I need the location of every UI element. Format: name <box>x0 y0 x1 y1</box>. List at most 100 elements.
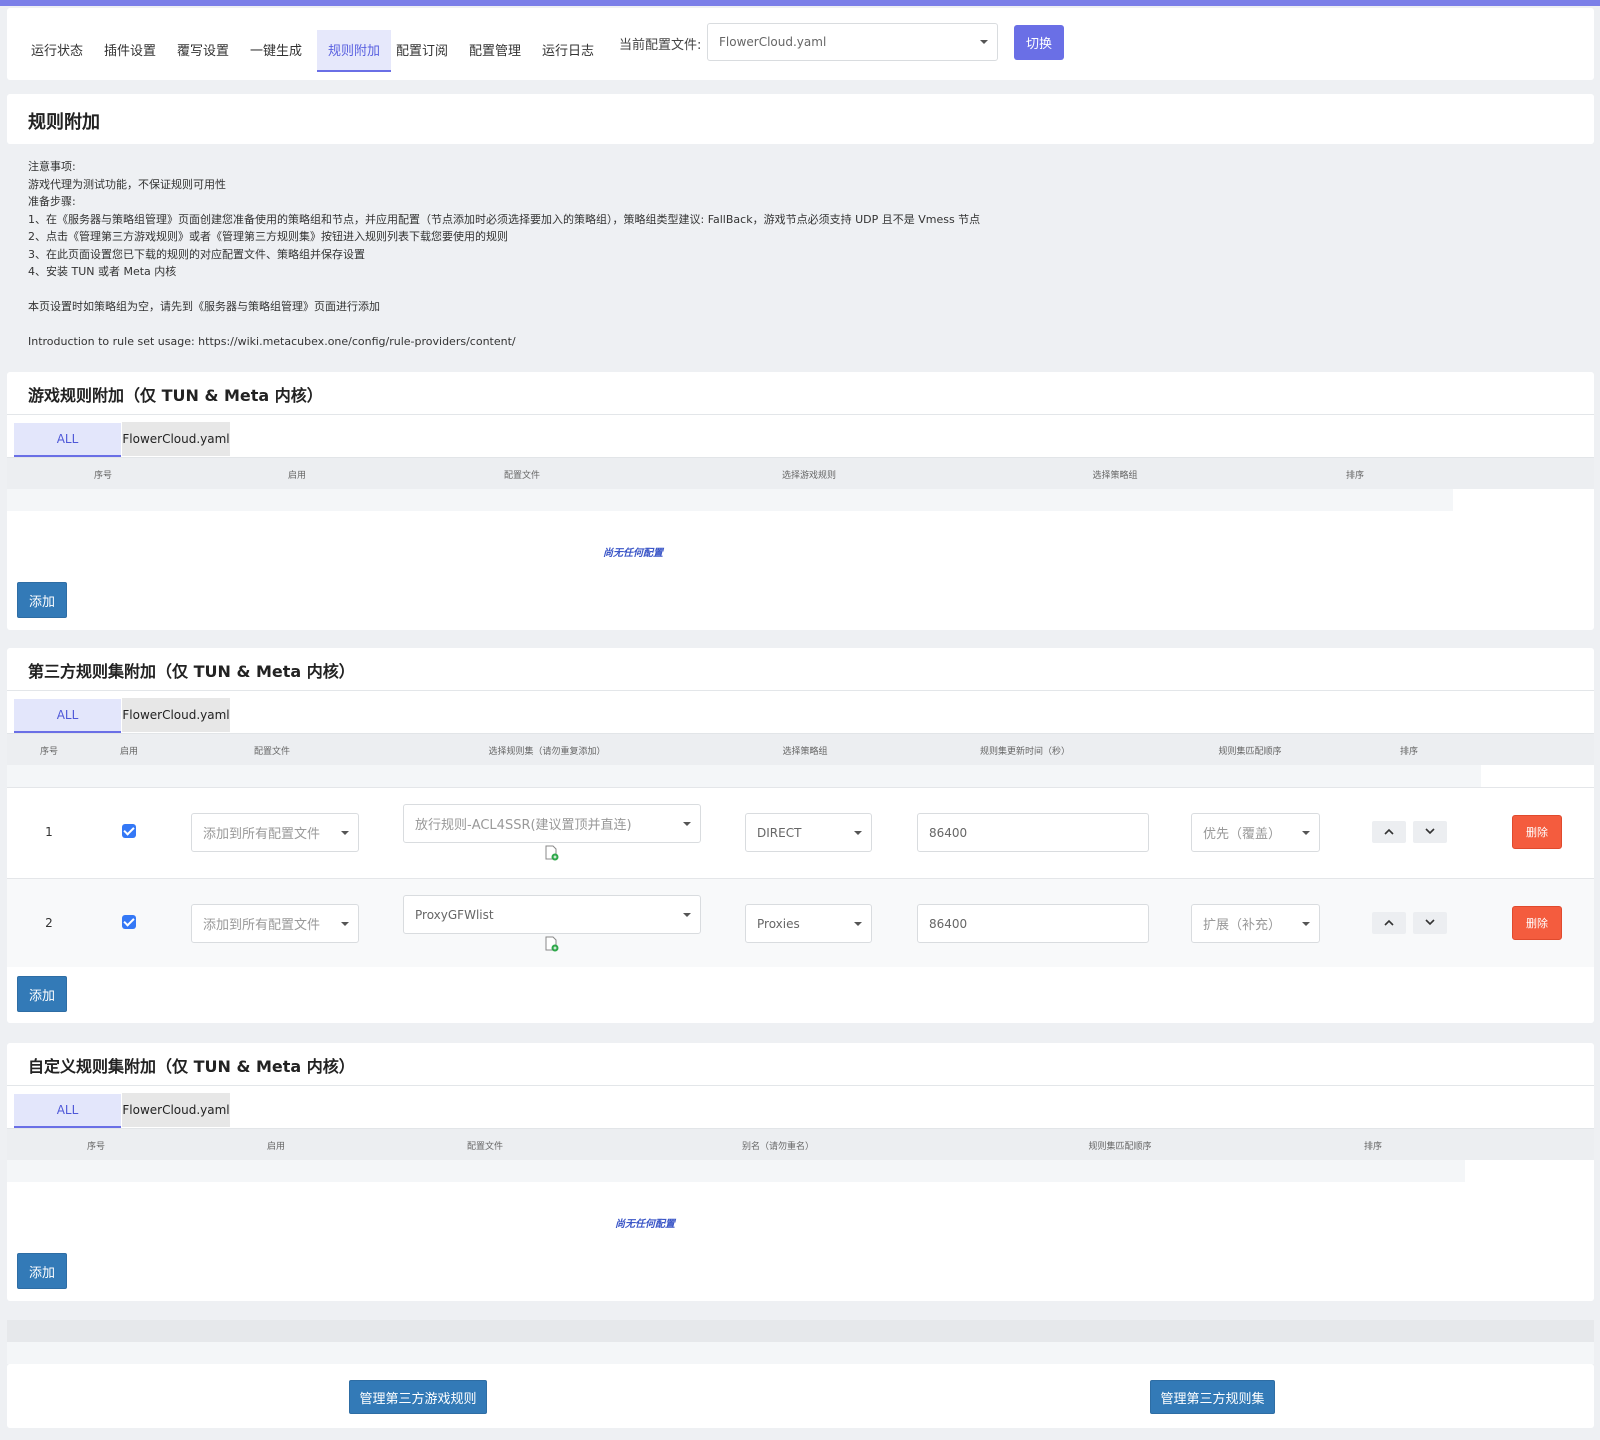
update-interval-input[interactable]: 86400 <box>917 813 1149 852</box>
ruleset-select[interactable]: ProxyGFWlist <box>403 895 701 934</box>
tab-all[interactable]: ALL <box>14 699 121 733</box>
add-button[interactable]: 添加 <box>17 976 67 1012</box>
column-header: 序号 <box>39 747 59 757</box>
policy-group-select[interactable]: DIRECT <box>745 813 872 852</box>
tab-flowercloud[interactable]: FlowerCloud.yaml <box>122 698 230 732</box>
column-header: 启用 <box>287 471 307 481</box>
chevron-down-icon <box>1302 830 1310 835</box>
config-file-value: 添加到所有配置文件 <box>203 918 321 933</box>
current-config-select[interactable]: FlowerCloud.yaml <box>707 23 998 61</box>
footer-bar: 管理第三方游戏规则 管理第三方规则集 <box>7 1364 1594 1428</box>
file-edit-icon[interactable] <box>545 845 559 861</box>
chevron-up-icon <box>1384 919 1394 926</box>
update-interval-input[interactable]: 86400 <box>917 904 1149 943</box>
note-line <box>28 316 1128 334</box>
column-header: 配置文件 <box>503 471 541 481</box>
config-file-select[interactable]: 添加到所有配置文件 <box>191 813 359 852</box>
config-file-value: 添加到所有配置文件 <box>203 827 321 842</box>
custom-ruleset-section: 自定义规则集附加（仅 TUN & Meta 内核） ALL FlowerClou… <box>7 1043 1594 1301</box>
section-title: 自定义规则集附加（仅 TUN & Meta 内核） <box>28 1057 355 1076</box>
table-row: 2 添加到所有配置文件 ProxyGFWlist Proxies 86400 扩… <box>7 878 1594 967</box>
nav-item-status[interactable]: 运行状态 <box>26 30 88 72</box>
chevron-down-icon <box>1302 921 1310 926</box>
column-header: 规则集更新时间（秒） <box>979 747 1071 757</box>
nav-item-plugin-settings[interactable]: 插件设置 <box>99 30 161 72</box>
column-header: 配置文件 <box>466 1142 504 1152</box>
chevron-down-icon <box>980 40 988 44</box>
chevron-up-icon <box>1384 828 1394 835</box>
nav-item-rule-append[interactable]: 规则附加 <box>317 30 391 72</box>
add-button[interactable]: 添加 <box>17 1253 67 1289</box>
enable-checkbox[interactable] <box>122 824 136 838</box>
nav-item-one-click-generate[interactable]: 一键生成 <box>245 30 307 72</box>
footer-stripe <box>7 1320 1594 1342</box>
current-config-label: 当前配置文件: <box>619 38 702 53</box>
tab-all[interactable]: ALL <box>14 1094 121 1128</box>
section-title: 游戏规则附加（仅 TUN & Meta 内核） <box>28 386 323 405</box>
delete-button[interactable]: 删除 <box>1512 815 1562 849</box>
top-accent-bar <box>0 0 1600 6</box>
move-down-button[interactable] <box>1413 821 1447 843</box>
match-order-select[interactable]: 扩展（补充） <box>1191 904 1320 943</box>
add-button[interactable]: 添加 <box>17 582 67 618</box>
table-header: 序号 启用 配置文件 选择规则集（请勿重复添加） 选择策略组 规则集更新时间（秒… <box>7 733 1594 765</box>
game-rules-section: 游戏规则附加（仅 TUN & Meta 内核） ALL FlowerCloud.… <box>7 372 1594 630</box>
ruleset-select[interactable]: 放行规则-ACL4SSR(建议置顶并直连) <box>403 804 701 843</box>
move-up-button[interactable] <box>1372 821 1406 843</box>
switch-button[interactable]: 切换 <box>1014 25 1064 60</box>
match-order-value: 扩展（补充） <box>1203 918 1282 933</box>
nav-item-config-management[interactable]: 配置管理 <box>464 30 526 72</box>
nav-bar: 运行状态 插件设置 覆写设置 一键生成 规则附加 配置订阅 配置管理 运行日志 … <box>7 8 1594 80</box>
current-config-value: FlowerCloud.yaml <box>719 35 827 49</box>
enable-checkbox[interactable] <box>122 915 136 929</box>
tab-all[interactable]: ALL <box>14 423 121 457</box>
policy-group-select[interactable]: Proxies <box>745 904 872 943</box>
empty-message: 尚无任何配置 <box>603 548 663 559</box>
chevron-down-icon <box>683 821 691 826</box>
column-header: 排序 <box>1363 1142 1383 1152</box>
file-edit-icon[interactable] <box>545 936 559 952</box>
column-header: 选择策略组 <box>1092 471 1138 481</box>
ruleset-value: ProxyGFWlist <box>415 907 494 922</box>
column-header: 排序 <box>1345 471 1365 481</box>
move-up-button[interactable] <box>1372 912 1406 934</box>
note-line: 注意事项: <box>28 160 76 173</box>
column-header: 启用 <box>119 747 139 757</box>
chevron-down-icon <box>683 912 691 917</box>
table-stripe <box>7 1160 1465 1182</box>
manage-rulesets-button[interactable]: 管理第三方规则集 <box>1150 1380 1275 1414</box>
manage-game-rules-button[interactable]: 管理第三方游戏规则 <box>349 1380 487 1414</box>
match-order-value: 优先（覆盖） <box>1203 827 1282 842</box>
chevron-down-icon <box>854 830 862 835</box>
note-line: 2、点击《管理第三方游戏规则》或者《管理第三方规则集》按钮进入规则列表下载您要使… <box>28 230 508 243</box>
move-down-button[interactable] <box>1413 912 1447 934</box>
row-index: 2 <box>45 916 53 930</box>
page-header: 规则附加 <box>7 94 1594 144</box>
chevron-down-icon <box>1425 828 1435 835</box>
tab-flowercloud[interactable]: FlowerCloud.yaml <box>122 1093 230 1127</box>
divider <box>7 1085 1594 1086</box>
column-header: 选择规则集（请勿重复添加） <box>488 747 606 757</box>
table-header: 序号 启用 配置文件 别名（请勿重名） 规则集匹配顺序 排序 <box>7 1128 1594 1160</box>
table-header: 序号 启用 配置文件 选择游戏规则 选择策略组 排序 <box>7 457 1594 489</box>
page-title: 规则附加 <box>28 112 100 133</box>
policy-group-value: DIRECT <box>757 825 802 840</box>
nav-item-override-settings[interactable]: 覆写设置 <box>172 30 234 72</box>
ruleset-value: 放行规则-ACL4SSR(建议置顶并直连) <box>415 818 632 833</box>
note-line: 1、在《服务器与策略组管理》页面创建您准备使用的策略组和节点，并应用配置（节点添… <box>28 212 981 226</box>
chevron-down-icon <box>854 921 862 926</box>
third-party-ruleset-section: 第三方规则集附加（仅 TUN & Meta 内核） ALL FlowerClou… <box>7 648 1594 1023</box>
column-header: 启用 <box>266 1142 286 1152</box>
column-header: 规则集匹配顺序 <box>1218 747 1282 757</box>
section-title: 第三方规则集附加（仅 TUN & Meta 内核） <box>28 662 355 681</box>
column-header: 序号 <box>86 1142 106 1152</box>
column-header: 选择游戏规则 <box>781 471 837 481</box>
table-stripe <box>7 489 1453 511</box>
tab-flowercloud[interactable]: FlowerCloud.yaml <box>122 422 230 456</box>
nav-item-config-subscription[interactable]: 配置订阅 <box>391 30 453 72</box>
config-file-select[interactable]: 添加到所有配置文件 <box>191 904 359 943</box>
match-order-select[interactable]: 优先（覆盖） <box>1191 813 1320 852</box>
chevron-down-icon <box>341 830 349 835</box>
delete-button[interactable]: 删除 <box>1512 906 1562 940</box>
nav-item-run-log[interactable]: 运行日志 <box>537 30 599 72</box>
